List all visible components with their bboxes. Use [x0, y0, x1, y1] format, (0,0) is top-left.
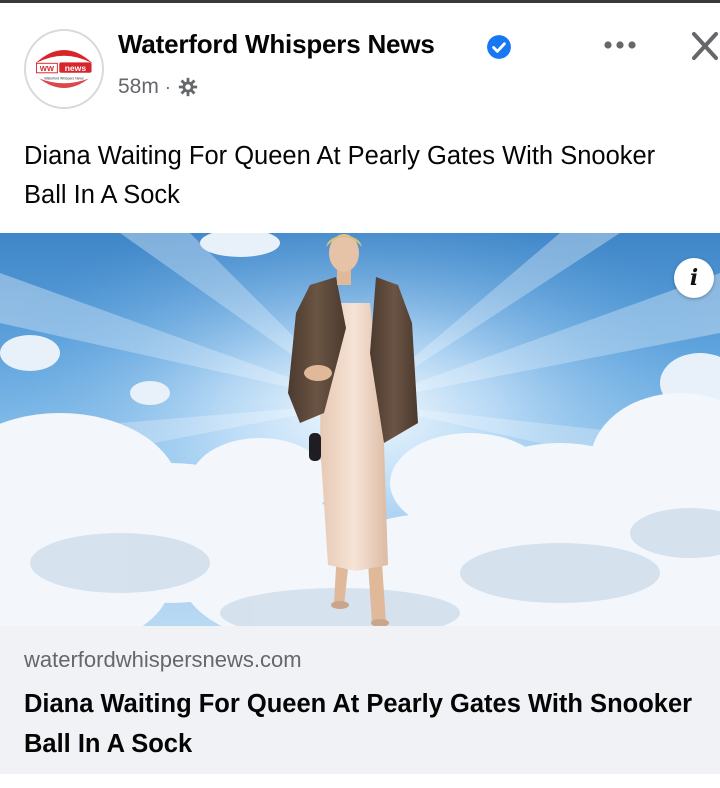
- link-title[interactable]: Diana Waiting For Queen At Pearly Gates …: [24, 684, 704, 764]
- verified-badge-icon: [487, 35, 511, 59]
- meta-separator: ·: [164, 76, 171, 97]
- logo-news-text: news: [65, 63, 87, 73]
- bottom-spacer: [0, 774, 720, 788]
- post-image[interactable]: i: [0, 233, 720, 626]
- post-header: WW news Waterford Whispers News Waterfor…: [0, 3, 720, 115]
- link-preview-card[interactable]: waterfordwhispersnews.com Diana Waiting …: [0, 626, 720, 774]
- heaven-clouds-illustration: [0, 233, 720, 626]
- more-options-icon[interactable]: [600, 33, 640, 57]
- page-avatar[interactable]: WW news Waterford Whispers News: [24, 29, 104, 109]
- link-domain: waterfordwhispersnews.com: [24, 647, 302, 672]
- page-name[interactable]: Waterford Whispers News: [118, 29, 435, 60]
- waterford-whispers-logo: WW news Waterford Whispers News: [26, 31, 102, 107]
- logo-subtext: Waterford Whispers News: [44, 76, 84, 80]
- close-icon[interactable]: [690, 29, 720, 63]
- gear-icon[interactable]: [177, 76, 199, 98]
- logo-ww-text: WW: [40, 64, 55, 73]
- post-timestamp[interactable]: 58m: [118, 75, 159, 99]
- post-meta: 58m ·: [118, 75, 199, 99]
- post-text: Diana Waiting For Queen At Pearly Gates …: [24, 142, 656, 209]
- info-icon[interactable]: i: [674, 258, 714, 298]
